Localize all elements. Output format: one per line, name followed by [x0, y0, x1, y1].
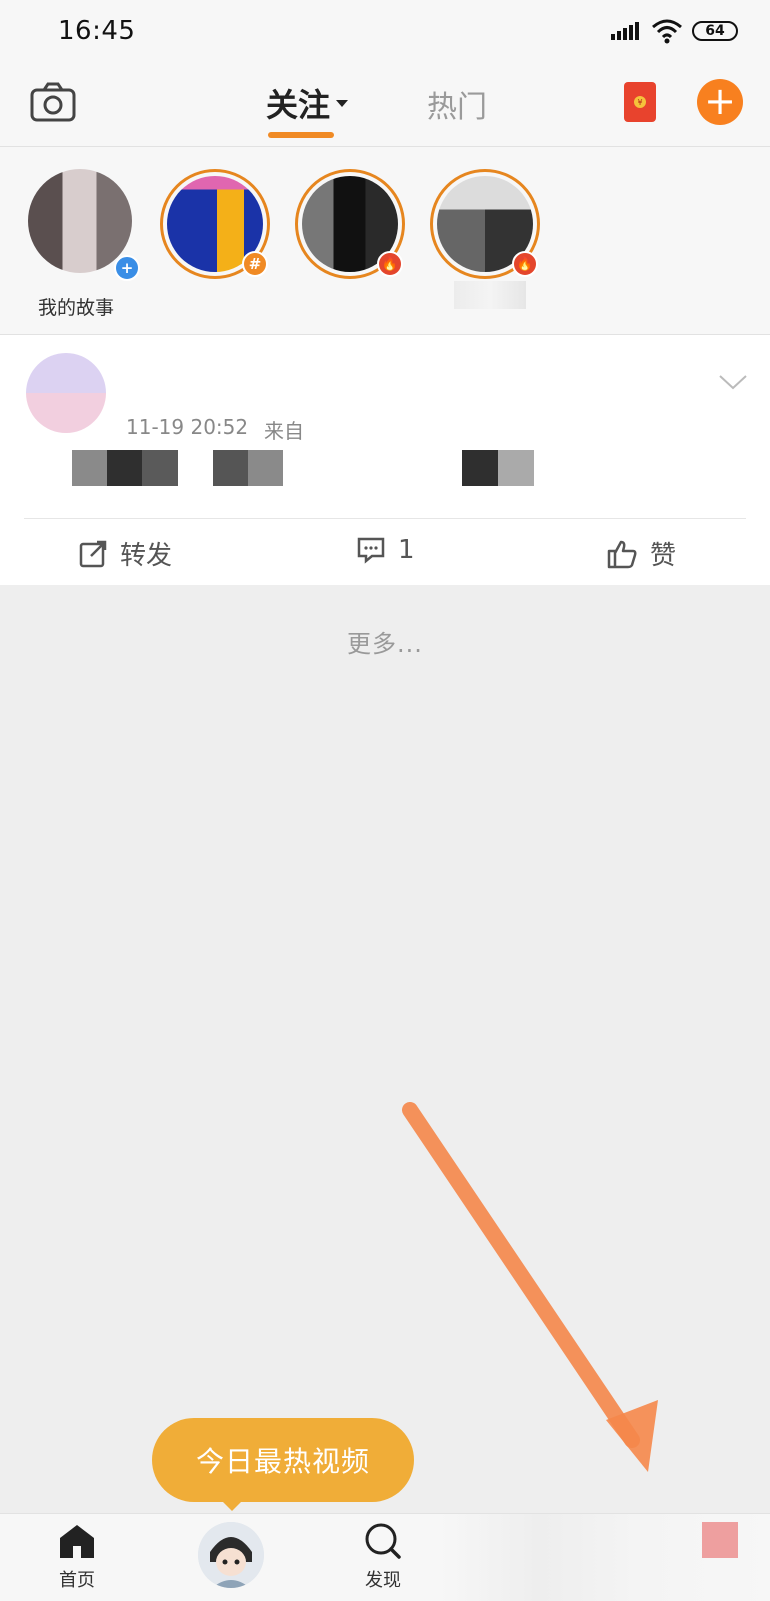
comment-button[interactable]: 1	[356, 535, 415, 565]
nav-home[interactable]: 首页	[32, 1522, 122, 1592]
divider	[24, 518, 746, 519]
feed-post[interactable]: 11-19 20:52 来自 转发 1 赞	[0, 335, 770, 585]
repost-label: 转发	[120, 541, 173, 571]
like-button[interactable]: 赞	[606, 535, 676, 572]
story-item[interactable]: 🔥	[295, 169, 405, 279]
add-button[interactable]: +	[697, 79, 743, 125]
tab-follow[interactable]: 关注	[266, 80, 349, 126]
annotation-arrow	[402, 1102, 658, 1472]
like-label: 赞	[650, 541, 677, 571]
fire-icon: 🔥	[512, 251, 538, 277]
home-icon	[60, 1525, 94, 1558]
camera-icon[interactable]	[30, 82, 76, 122]
my-story-label: 我的故事	[38, 297, 115, 319]
status-bar: 16:45 64	[0, 0, 770, 62]
nav-discover-label: 发现	[365, 1570, 401, 1591]
notification-badge-blurred	[702, 1522, 738, 1558]
stories-bar: + # 🔥 🔥 我的故事	[0, 147, 770, 335]
add-story-icon[interactable]: +	[114, 255, 140, 281]
signal-icon	[611, 22, 639, 40]
thumbs-up-icon	[607, 540, 637, 568]
tab-hot[interactable]: 热门	[427, 82, 487, 126]
topic-badge-icon: #	[242, 251, 268, 277]
pill-tail	[221, 1500, 243, 1511]
tab-follow-label: 关注	[266, 86, 331, 124]
repost-button[interactable]: 转发	[78, 535, 172, 572]
search-icon	[365, 1523, 401, 1559]
load-more[interactable]: 更多...	[0, 624, 770, 659]
fire-icon: 🔥	[377, 251, 403, 277]
repost-icon	[79, 540, 107, 567]
comment-icon	[357, 537, 385, 564]
bottom-nav: 首页 发现	[0, 1513, 770, 1601]
chevron-down-icon[interactable]	[718, 373, 748, 391]
red-packet-icon[interactable]: ¥	[624, 82, 656, 122]
avatar[interactable]	[198, 1522, 264, 1588]
chevron-down-icon	[336, 99, 349, 107]
wifi-icon	[652, 19, 682, 44]
post-source: 来自	[264, 419, 304, 443]
post-content-blurred	[213, 450, 283, 486]
post-timestamp: 11-19 20:52	[126, 415, 249, 439]
avatar-illustration	[198, 1522, 264, 1588]
story-name-blurred	[454, 281, 526, 309]
story-mine[interactable]: +	[28, 169, 140, 281]
status-time: 16:45	[58, 16, 136, 46]
avatar[interactable]	[26, 353, 106, 433]
nav-home-label: 首页	[59, 1570, 95, 1591]
avatar	[28, 169, 132, 273]
post-content-blurred	[462, 450, 534, 486]
comment-count: 1	[398, 535, 415, 565]
story-item[interactable]: #	[160, 169, 270, 279]
battery-icon: 64	[692, 21, 738, 41]
post-content-blurred	[72, 450, 178, 486]
active-tab-indicator	[268, 132, 334, 138]
top-header: 关注 热门 ¥ +	[0, 62, 770, 147]
story-item[interactable]: 🔥	[430, 169, 540, 279]
hot-video-button[interactable]: 今日最热视频	[152, 1418, 414, 1502]
nav-discover[interactable]: 发现	[338, 1522, 428, 1592]
